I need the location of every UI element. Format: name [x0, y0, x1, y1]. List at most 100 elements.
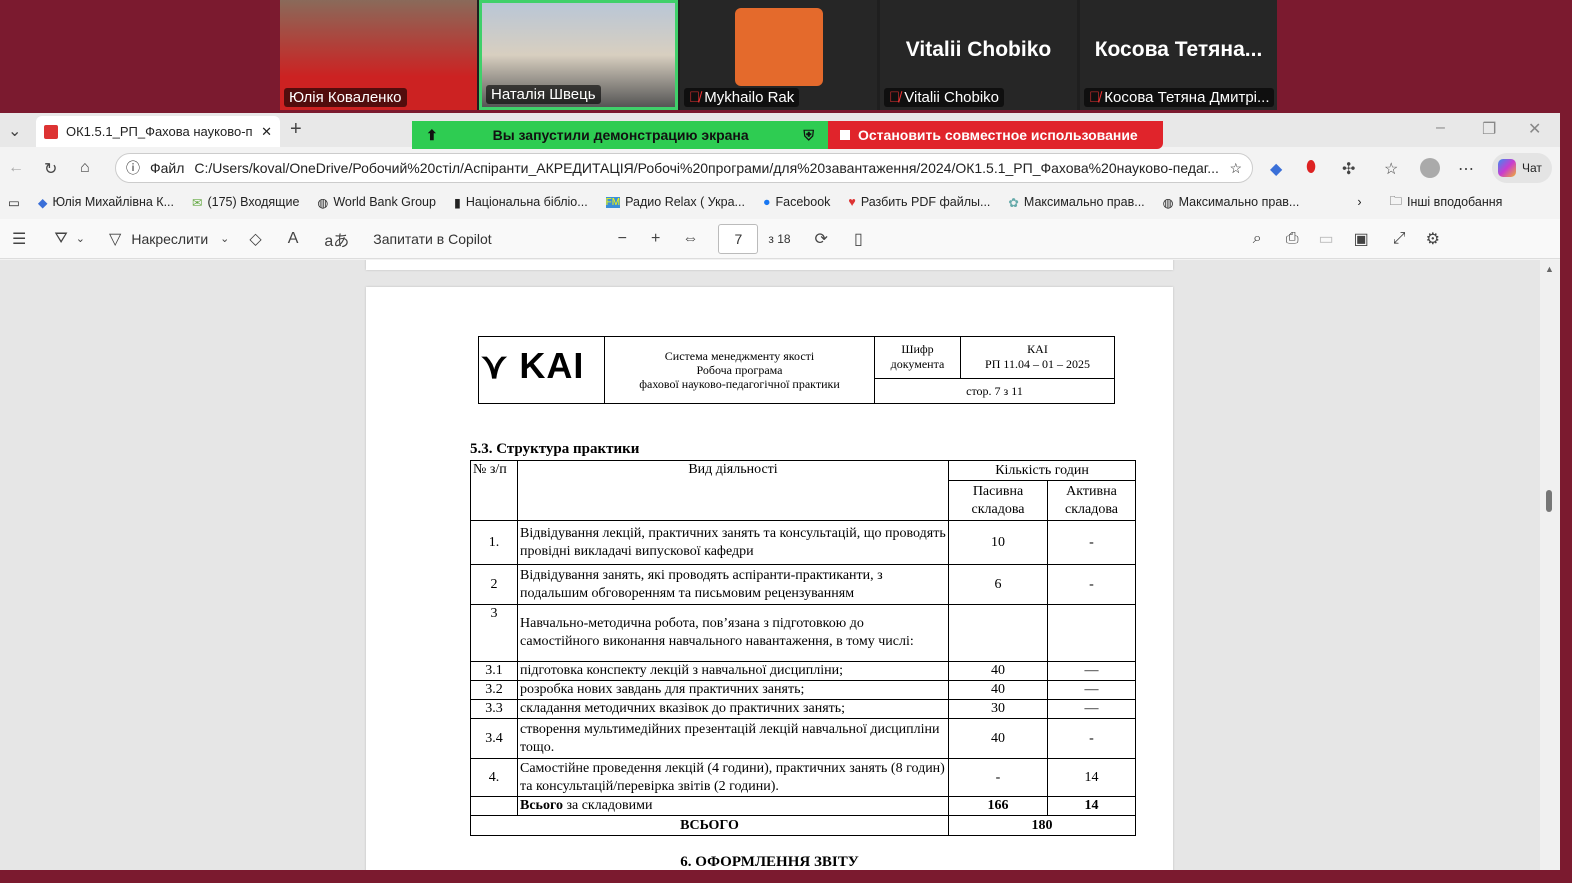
table-row: 3.3 складання методичних вказівок до прак… [470, 699, 1137, 719]
page-view-icon[interactable]: ▯ [854, 229, 863, 249]
tab-pdf[interactable]: ОК1.5.1_РП_Фахова науково-пед ✕ [36, 116, 280, 147]
row-active-hours: - [1046, 718, 1137, 759]
favorite-star-icon[interactable]: ☆ [1229, 160, 1242, 177]
library-icon: ▮ [453, 195, 461, 210]
reading-view-icon[interactable]: ▭ [8, 195, 20, 210]
home-icon[interactable]: ⌂ [80, 159, 90, 177]
row-active-hours: — [1046, 661, 1137, 681]
copilot-icon [1498, 159, 1516, 177]
row-number: 3.4 [470, 718, 518, 759]
participant-tile-active[interactable]: Наталія Швець [479, 0, 678, 110]
draw-icon[interactable]: ▽ [109, 229, 121, 249]
row-activity: Відвідування занять, які проводять аспір… [517, 564, 949, 605]
bookmark[interactable]: ◍ World Bank Group [317, 195, 436, 210]
next-section-heading: 6. ОФОРМЛЕННЯ ЗВІТУ [680, 854, 859, 870]
new-tab-icon[interactable]: + [290, 118, 302, 141]
fit-width-icon[interactable]: ⇔ [682, 230, 698, 248]
participant-name: 🎙̸ Mykhailo Rak [684, 88, 800, 107]
header-hours: Кількість годин [947, 460, 1137, 481]
bookmark[interactable]: ▮ Національна бібліо... [454, 195, 588, 210]
total-label: ВСЬОГО [470, 815, 949, 836]
ask-copilot-button[interactable]: Запитати в Copilot [373, 231, 491, 247]
participant-tile[interactable]: Юлія Коваленко [280, 0, 477, 110]
search-icon[interactable]: ⌕ [1253, 230, 1262, 248]
bookmark[interactable]: ◆ Юлія Михайлівна К... [38, 195, 174, 210]
row-activity: підготовка конспекту лекцій з навчальної… [517, 661, 949, 681]
row-number: 1. [470, 520, 518, 565]
info-icon: ⓘ [126, 160, 140, 176]
close-window-icon[interactable]: ✕ [1528, 119, 1541, 139]
rotate-icon[interactable]: ⟳ [815, 229, 828, 249]
scrollbar-thumb[interactable] [1546, 490, 1552, 512]
restore-icon[interactable]: ❐ [1482, 119, 1496, 139]
zoom-out-icon[interactable]: − [618, 230, 627, 248]
copilot-chat-button[interactable]: Чат [1492, 153, 1552, 183]
bookmark[interactable]: ◍ Максимально прав... [1163, 195, 1300, 210]
contents-icon[interactable]: ☰ [12, 229, 26, 249]
participant-name: Юлія Коваленко [284, 88, 407, 107]
draw-button[interactable]: Накреслити [131, 231, 208, 247]
bookmark[interactable]: ● Facebook [763, 195, 830, 209]
row-number: 3 [470, 604, 518, 662]
address-bar[interactable]: ⓘ Файл C:/Users/koval/OneDrive/Робочий%2… [115, 153, 1253, 183]
more-icon[interactable]: ⋯ [1458, 159, 1474, 179]
header-num: № з/п [470, 460, 518, 521]
highlight-chevron-icon[interactable]: ⌄ [76, 232, 85, 245]
minimize-icon[interactable]: – [1436, 119, 1445, 137]
page-number-input[interactable]: 7 [718, 223, 759, 254]
row-passive-hours: - [948, 758, 1048, 797]
participant-tile[interactable]: 🎙̸ Mykhailo Rak [680, 0, 877, 110]
close-tab-icon[interactable]: ✕ [261, 124, 272, 140]
read-aloud-icon[interactable]: A [288, 230, 299, 248]
subtotal-row: Всього за складовими 166 14 [470, 796, 1137, 816]
bookmark[interactable]: ♥ Разбить PDF файлы... [848, 195, 990, 209]
row-passive-hours [948, 604, 1048, 662]
opera-icon[interactable]: ⬮ [1306, 159, 1316, 177]
more-bookmarks-chevron-icon[interactable]: › [1357, 195, 1361, 209]
profile-avatar[interactable] [1420, 158, 1440, 178]
translate-icon[interactable]: a͏あ [324, 227, 349, 251]
participant-tile[interactable]: Косова Тетяна... 🎙̸ Косова Тетяна Дмитрі.… [1080, 0, 1277, 110]
bookmark-icon: ◆ [37, 195, 48, 210]
address-prefix: Файл [150, 160, 185, 176]
table-row: 3.4 створення мультимедійних презентацій … [470, 718, 1137, 759]
highlight-icon[interactable]: ⛛ [54, 230, 67, 248]
globe-icon: ◍ [317, 195, 329, 210]
participant-display-name: Vitalii Chobiko [905, 38, 1052, 61]
favorites-icon[interactable]: ☆ [1384, 159, 1398, 179]
extension-icon[interactable]: ◆ [1270, 159, 1282, 179]
url-text[interactable]: C:/Users/koval/OneDrive/Робочий%20стіл/А… [194, 160, 1219, 176]
print-icon[interactable]: ⎙ [1286, 230, 1299, 248]
vertical-scrollbar[interactable]: ▲ [1540, 260, 1560, 870]
save-as-icon[interactable]: ▣ [1354, 229, 1369, 249]
bookmark[interactable]: ✉ (175) Входящие [192, 195, 299, 210]
other-favorites[interactable]: 🗀 Інші вподобання [1390, 192, 1503, 213]
save-icon[interactable]: ▭ [1319, 229, 1334, 249]
settings-icon[interactable]: ⚙ [1426, 229, 1440, 249]
participant-tile[interactable]: Vitalii Chobiko 🎙̸ Vitalii Chobiko [880, 0, 1077, 110]
emblem-icon: ✿ [1008, 195, 1019, 210]
tab-actions-chevron-icon[interactable]: ⌄ [8, 121, 21, 141]
refresh-icon[interactable]: ↻ [44, 159, 57, 179]
stop-sharing-button[interactable]: Остановить совместное использование [828, 121, 1163, 149]
row-activity: розробка нових завдань для практичних за… [517, 680, 949, 700]
scroll-up-icon[interactable]: ▲ [1545, 264, 1554, 274]
row-activity: створення мультимедійних презентацій лек… [517, 718, 949, 759]
folder-icon: 🗀 [1389, 193, 1403, 208]
bookmark[interactable]: FM Радио Relax ( Укра... [605, 195, 745, 209]
header-title: Система менеджменту якості Робоча програм… [604, 336, 875, 404]
row-number: 4. [470, 758, 518, 797]
back-icon[interactable]: ← [8, 159, 24, 177]
pdf-toolbar: ☰ ⛛ ⌄ ▽ Накреслити ⌄ ◇ A a͏あ Запитати в … [0, 219, 1560, 259]
eraser-icon[interactable]: ◇ [249, 229, 261, 249]
zoom-in-icon[interactable]: + [651, 230, 660, 248]
row-passive-hours: 10 [948, 520, 1048, 565]
extensions-icon[interactable]: ✣ [1342, 159, 1355, 179]
participant-name: 🎙̸ Косова Тетяна Дмитрі... [1084, 88, 1274, 107]
fullscreen-icon[interactable]: ⤢ [1393, 230, 1406, 248]
subtotal-passive: 166 [948, 796, 1048, 816]
header-activity: Вид діяльності [517, 460, 949, 521]
draw-chevron-icon[interactable]: ⌄ [220, 232, 229, 245]
section-heading: 5.3. Структура практики [470, 441, 640, 457]
bookmark[interactable]: ✿ Максимально прав... [1008, 195, 1144, 210]
